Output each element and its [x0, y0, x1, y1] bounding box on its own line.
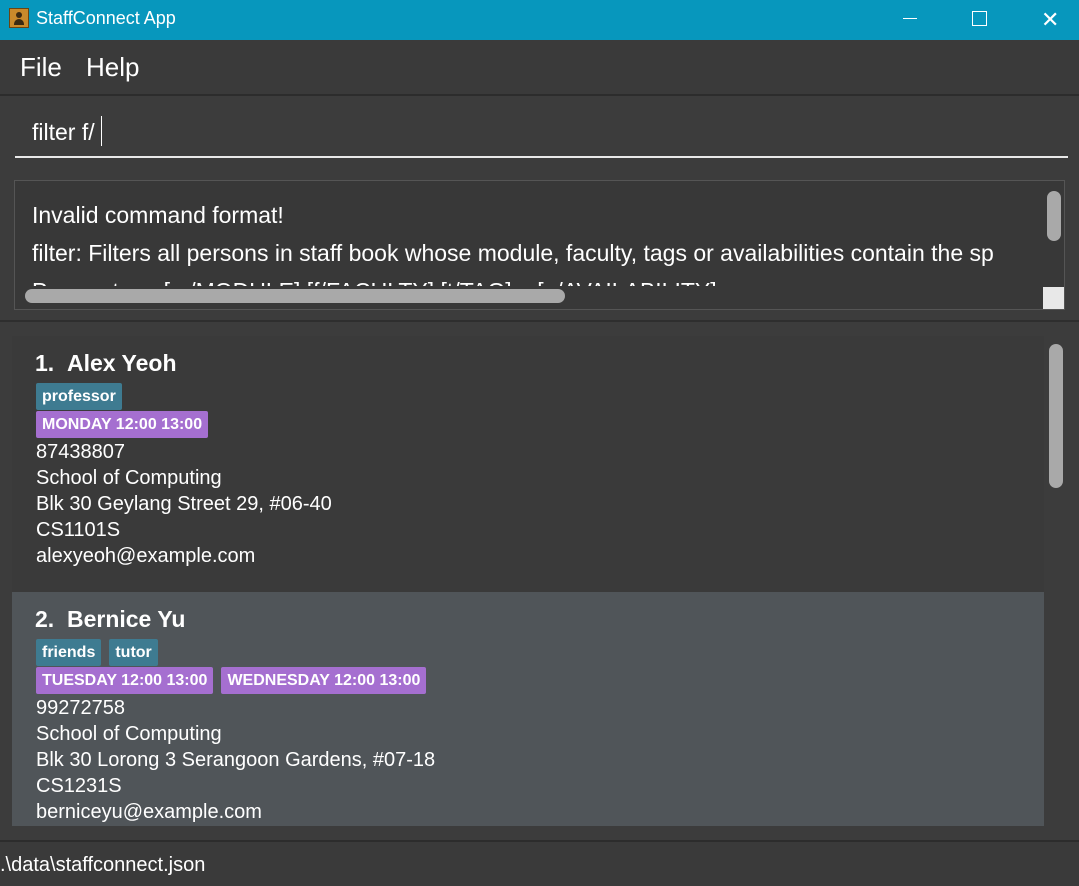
command-input[interactable] — [15, 108, 1068, 158]
tag-badge: tutor — [109, 639, 158, 666]
status-bar: .\data\staffconnect.json — [0, 840, 1079, 886]
person-phone: 99272758 — [36, 697, 125, 719]
tag-row: professor — [36, 383, 130, 410]
result-vertical-scrollbar[interactable] — [1047, 191, 1061, 241]
result-display: Invalid command format! filter: Filters … — [14, 180, 1065, 310]
person-email: berniceyu@example.com — [36, 801, 262, 823]
person-name: 2. Bernice Yu — [35, 606, 186, 632]
text-caret — [101, 116, 102, 146]
minimize-icon — [903, 18, 917, 19]
availability-row: TUESDAY 12:00 13:00 WEDNESDAY 12:00 13:00 — [36, 667, 434, 694]
person-phone: 87438807 — [36, 441, 125, 463]
list-vertical-scrollbar[interactable] — [1049, 344, 1063, 488]
person-card[interactable]: 1. Alex Yeoh professor MONDAY 12:00 13:0… — [12, 336, 1044, 592]
divider — [0, 320, 1079, 322]
result-text: Invalid command format! filter: Filters … — [32, 196, 1044, 286]
availability-badge: MONDAY 12:00 13:00 — [36, 411, 209, 438]
result-horizontal-scrollbar[interactable] — [25, 289, 565, 303]
result-line: Parameters: [m/MODULE] [f/FACULTY] [t/TA… — [32, 272, 1044, 286]
person-card-selected[interactable]: 2. Bernice Yu friends tutor TUESDAY 12:00… — [12, 592, 1044, 826]
maximize-button[interactable] — [945, 0, 1015, 40]
person-list: 1. Alex Yeoh professor MONDAY 12:00 13:0… — [12, 336, 1068, 826]
title-bar: StaffConnect App ✕ — [0, 0, 1079, 40]
tag-badge: friends — [36, 639, 102, 666]
command-box — [0, 96, 1079, 168]
scroll-corner — [1043, 287, 1064, 309]
result-line: filter: Filters all persons in staff boo… — [32, 240, 994, 266]
person-faculty: School of Computing — [36, 467, 222, 489]
person-module: CS1101S — [36, 519, 121, 541]
person-email: alexyeoh@example.com — [36, 545, 256, 567]
tag-badge: professor — [36, 383, 122, 410]
person-name: 1. Alex Yeoh — [35, 350, 177, 376]
maximize-icon — [972, 11, 987, 26]
menu-file[interactable]: File — [20, 52, 62, 83]
tag-row: friends tutor — [36, 639, 166, 666]
availability-badge: WEDNESDAY 12:00 13:00 — [221, 667, 427, 694]
save-location: .\data\staffconnect.json — [0, 854, 206, 876]
close-icon: ✕ — [1041, 7, 1060, 32]
close-button[interactable]: ✕ — [1015, 0, 1079, 40]
window-title: StaffConnect App — [36, 8, 176, 28]
menu-help[interactable]: Help — [86, 52, 139, 83]
person-module: CS1231S — [36, 775, 122, 797]
minimize-button[interactable] — [875, 0, 945, 40]
person-address: Blk 30 Lorong 3 Serangoon Gardens, #07-1… — [36, 749, 436, 771]
result-line: Invalid command format! — [32, 202, 284, 228]
person-faculty: School of Computing — [36, 723, 222, 745]
address-book-icon — [9, 8, 29, 28]
availability-row: MONDAY 12:00 13:00 — [36, 411, 216, 438]
availability-badge: TUESDAY 12:00 13:00 — [36, 667, 214, 694]
person-address: Blk 30 Geylang Street 29, #06-40 — [36, 493, 332, 515]
menu-bar: File Help — [0, 40, 1079, 96]
